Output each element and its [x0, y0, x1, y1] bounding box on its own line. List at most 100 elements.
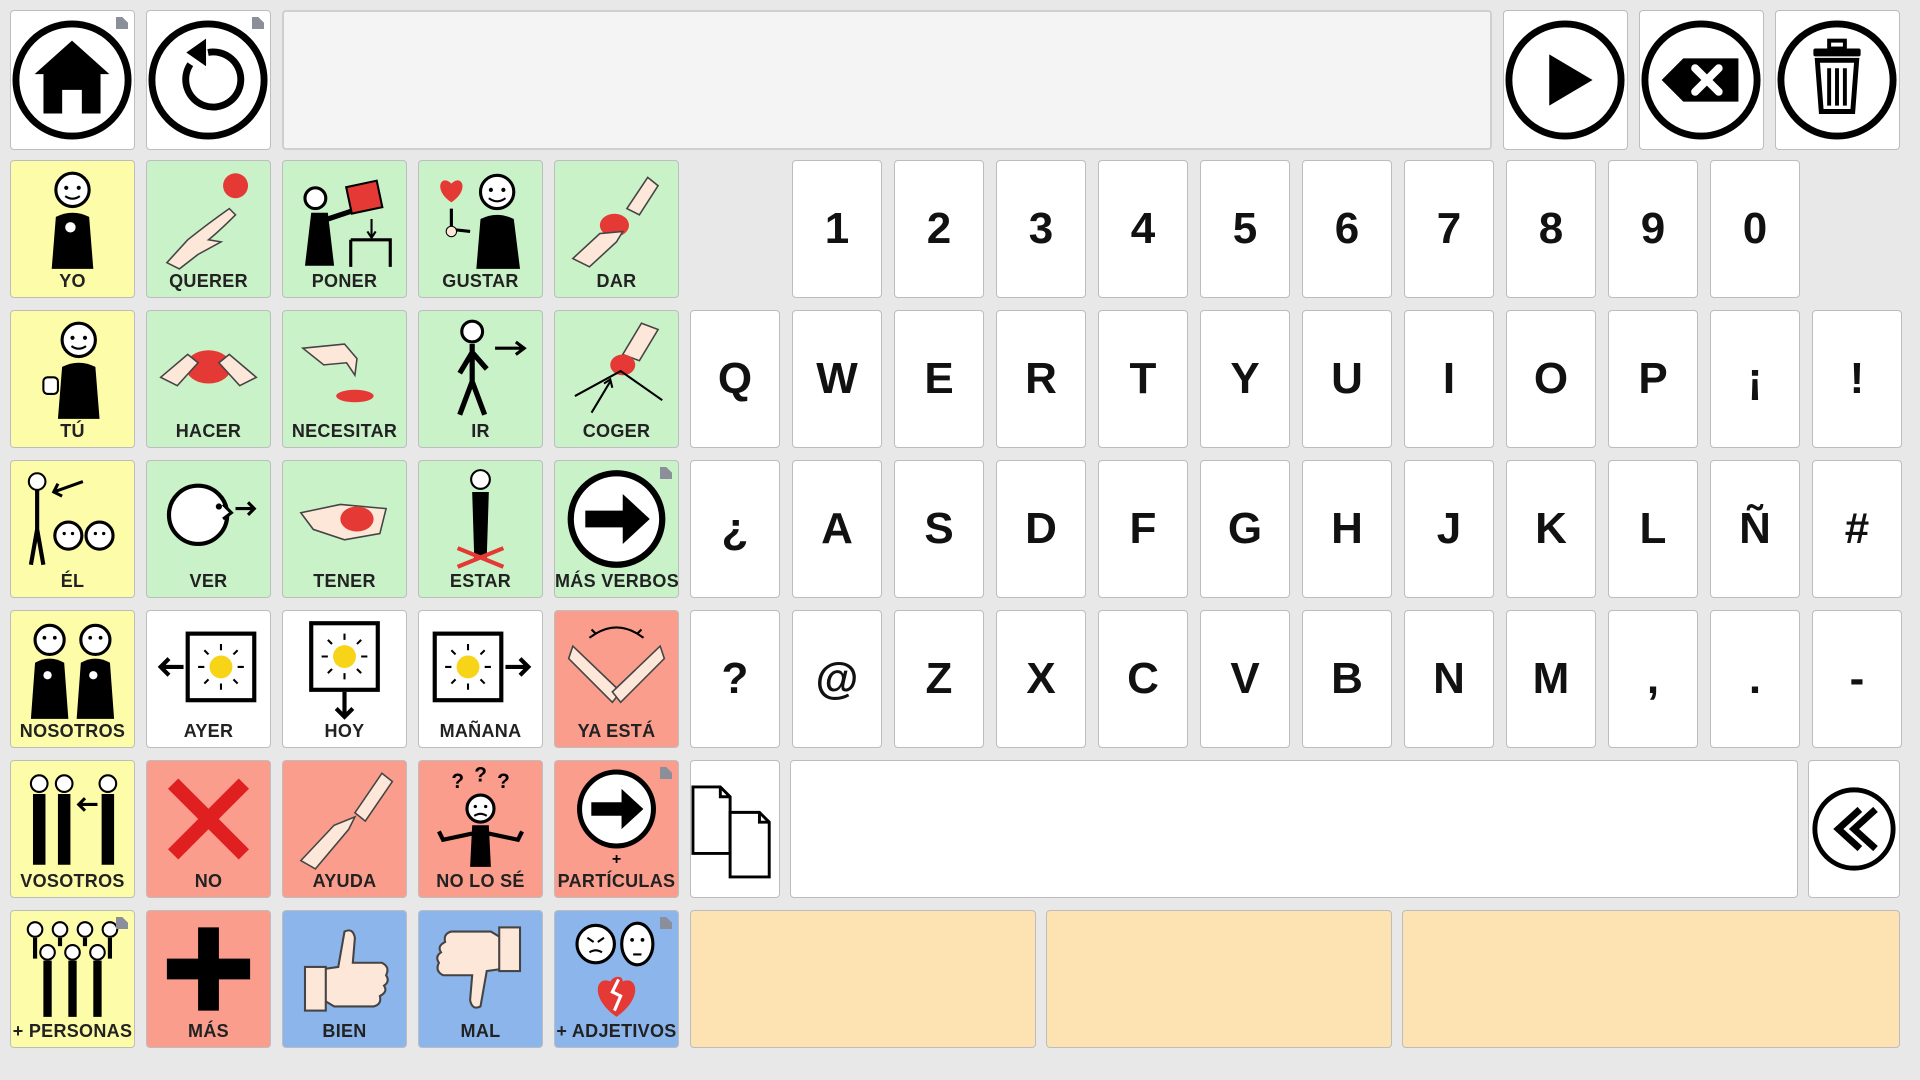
key-L[interactable]: L: [1608, 460, 1698, 598]
yesterday-icon: [157, 631, 257, 703]
key-3[interactable]: 3: [996, 160, 1086, 298]
key-0[interactable]: 0: [1710, 160, 1800, 298]
word-cell-manana[interactable]: MAÑANA: [418, 610, 543, 748]
key-P[interactable]: P: [1608, 310, 1698, 448]
word-cell-ya-esta[interactable]: YA ESTÁ: [554, 610, 679, 748]
trash-icon: [1777, 20, 1897, 140]
key-?[interactable]: ?: [690, 610, 780, 748]
key-#[interactable]: #: [1812, 460, 1902, 598]
go-icon: [457, 319, 527, 416]
key-2[interactable]: 2: [894, 160, 984, 298]
key-Q[interactable]: Q: [690, 310, 780, 448]
key-E[interactable]: E: [894, 310, 984, 448]
key-@[interactable]: @: [792, 610, 882, 748]
word-cell-ir[interactable]: IR: [418, 310, 543, 448]
folder-corner-icon: [116, 17, 128, 29]
word-cell-el[interactable]: ÉL: [10, 460, 135, 598]
key-J[interactable]: J: [1404, 460, 1494, 598]
word-cell-estar[interactable]: ESTAR: [418, 460, 543, 598]
person-me-icon: [51, 171, 94, 269]
key-H[interactable]: H: [1302, 460, 1392, 598]
help-icon: [299, 772, 394, 870]
person-you-icon: [42, 321, 100, 419]
word-cell-no-lo-se[interactable]: ? ? ? NO LO SÉ: [418, 760, 543, 898]
key-O[interactable]: O: [1506, 310, 1596, 448]
key-G[interactable]: G: [1200, 460, 1290, 598]
key-A[interactable]: A: [792, 460, 882, 598]
key--[interactable]: -: [1812, 610, 1902, 748]
key-4[interactable]: 4: [1098, 160, 1188, 298]
word-cell-adjetivos[interactable]: + ADJETIVOS: [554, 910, 679, 1048]
key-I[interactable]: I: [1404, 310, 1494, 448]
text-area[interactable]: [790, 760, 1798, 898]
word-cell-ver[interactable]: VER: [146, 460, 271, 598]
key-K[interactable]: K: [1506, 460, 1596, 598]
word-cell-tu[interactable]: TÚ: [10, 310, 135, 448]
word-cell-bien[interactable]: BIEN: [282, 910, 407, 1048]
key-S[interactable]: S: [894, 460, 984, 598]
empty-slot-2[interactable]: [1046, 910, 1392, 1048]
word-cell-gustar[interactable]: GUSTAR: [418, 160, 543, 298]
key-B[interactable]: B: [1302, 610, 1392, 748]
key-W[interactable]: W: [792, 310, 882, 448]
key-Y[interactable]: Y: [1200, 310, 1290, 448]
key-D[interactable]: D: [996, 460, 1086, 598]
word-label: BIEN: [322, 1021, 367, 1041]
word-label: HOY: [324, 721, 365, 741]
key-¿[interactable]: ¿: [690, 460, 780, 598]
empty-slot-3[interactable]: [1402, 910, 1900, 1048]
word-cell-vosotros[interactable]: VOSOTROS: [10, 760, 135, 898]
word-label: COGER: [582, 421, 651, 441]
word-cell-mas-verbos[interactable]: MÁS VERBOS: [554, 460, 679, 598]
word-cell-nosotros[interactable]: NOSOTROS: [10, 610, 135, 748]
word-cell-coger[interactable]: COGER: [554, 310, 679, 448]
word-cell-dar[interactable]: DAR: [554, 160, 679, 298]
key-R[interactable]: R: [996, 310, 1086, 448]
word-cell-no[interactable]: NO: [146, 760, 271, 898]
message-bar[interactable]: [282, 10, 1492, 150]
word-cell-ayuda[interactable]: AYUDA: [282, 760, 407, 898]
word-label: AYER: [183, 721, 234, 741]
key-T[interactable]: T: [1098, 310, 1188, 448]
key-N[interactable]: N: [1404, 610, 1494, 748]
word-cell-necesitar[interactable]: NECESITAR: [282, 310, 407, 448]
word-cell-hoy[interactable]: HOY: [282, 610, 407, 748]
word-cell-particulas[interactable]: + PARTÍCULAS: [554, 760, 679, 898]
back-button[interactable]: [146, 10, 271, 150]
key-V[interactable]: V: [1200, 610, 1290, 748]
key-1[interactable]: 1: [792, 160, 882, 298]
today-icon: [309, 621, 380, 720]
key-M[interactable]: M: [1506, 610, 1596, 748]
word-cell-personas[interactable]: + PERSONAS: [10, 910, 135, 1048]
word-cell-mal[interactable]: MAL: [418, 910, 543, 1048]
word-cell-ayer[interactable]: AYER: [146, 610, 271, 748]
key-6[interactable]: 6: [1302, 160, 1392, 298]
key-9[interactable]: 9: [1608, 160, 1698, 298]
home-button[interactable]: [10, 10, 135, 150]
word-cell-hacer[interactable]: HACER: [146, 310, 271, 448]
speak-button[interactable]: [1503, 10, 1628, 150]
collapse-keyboard-button[interactable]: [1808, 760, 1900, 898]
key-5[interactable]: 5: [1200, 160, 1290, 298]
copy-button[interactable]: [690, 760, 780, 898]
key-¡[interactable]: ¡: [1710, 310, 1800, 448]
word-cell-yo[interactable]: YO: [10, 160, 135, 298]
word-cell-querer[interactable]: QUERER: [146, 160, 271, 298]
key-,[interactable]: ,: [1608, 610, 1698, 748]
key-X[interactable]: X: [996, 610, 1086, 748]
word-cell-tener[interactable]: TENER: [282, 460, 407, 598]
empty-slot-1[interactable]: [690, 910, 1036, 1048]
key-.[interactable]: .: [1710, 610, 1800, 748]
key-Z[interactable]: Z: [894, 610, 984, 748]
key-7[interactable]: 7: [1404, 160, 1494, 298]
key-8[interactable]: 8: [1506, 160, 1596, 298]
key-F[interactable]: F: [1098, 460, 1188, 598]
key-C[interactable]: C: [1098, 610, 1188, 748]
key-U[interactable]: U: [1302, 310, 1392, 448]
clear-button[interactable]: [1775, 10, 1900, 150]
key-![interactable]: !: [1812, 310, 1902, 448]
key-Ñ[interactable]: Ñ: [1710, 460, 1800, 598]
backspace-button[interactable]: [1639, 10, 1764, 150]
word-cell-poner[interactable]: PONER: [282, 160, 407, 298]
word-cell-mas[interactable]: MÁS: [146, 910, 271, 1048]
